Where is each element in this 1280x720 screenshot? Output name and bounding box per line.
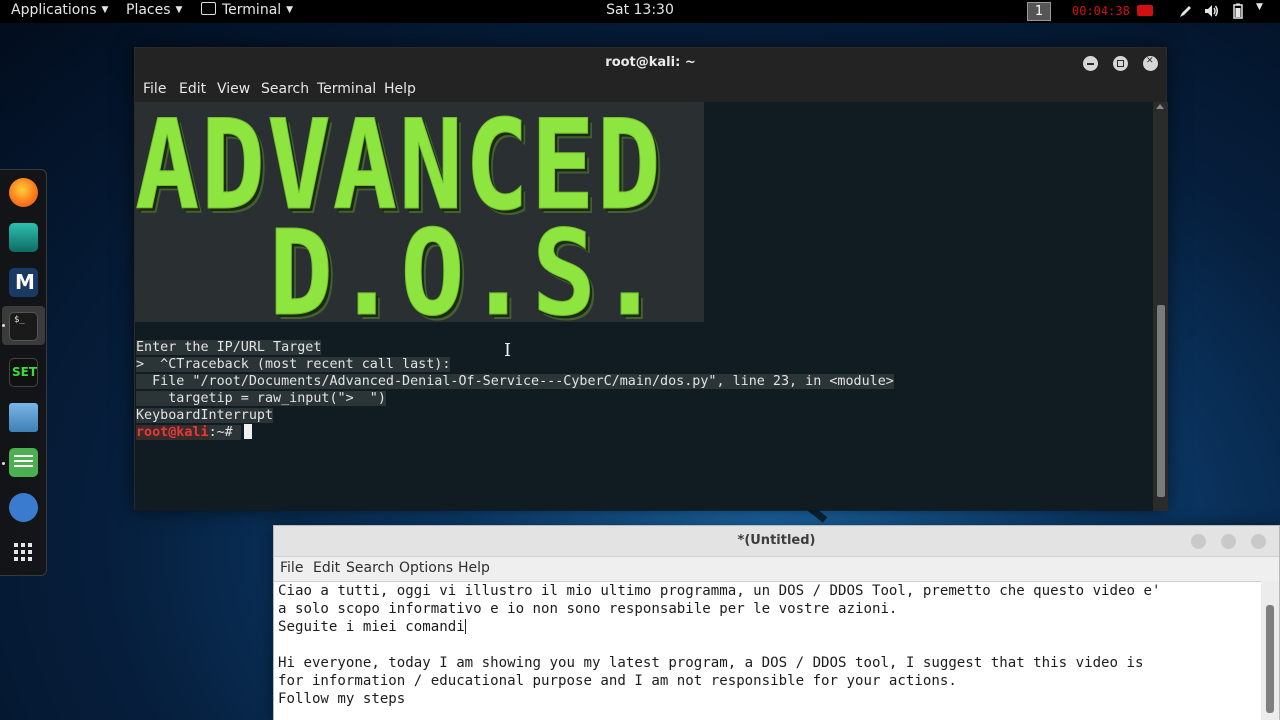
firefox-icon[interactable] [9, 178, 38, 207]
close-button[interactable] [1143, 56, 1158, 71]
editor-window-title: *(Untitled) [737, 533, 816, 548]
prompt-path: :~# [208, 425, 241, 440]
set-icon[interactable]: SET [9, 358, 38, 387]
files-icon[interactable] [9, 403, 38, 432]
close-button[interactable] [1251, 534, 1266, 549]
editor-line: for information / educational purpose an… [278, 673, 957, 689]
terminal-window[interactable]: root@kali: ~ File Edit View Search Termi… [134, 47, 1168, 511]
scrollbar-thumb[interactable] [1157, 305, 1165, 497]
minimize-button[interactable] [1083, 56, 1098, 71]
menu-options[interactable]: Options [399, 560, 453, 576]
text-cursor-icon: I [504, 340, 512, 361]
menu-help[interactable]: Help [384, 81, 416, 97]
terminal-scrollbar[interactable] [1153, 102, 1168, 511]
maltego-icon[interactable] [9, 223, 38, 252]
terminal-icon[interactable]: $_ [9, 312, 38, 341]
banner-line-dos: D.O.S. [269, 204, 664, 343]
ascii-banner: ADVANCED D.O.S. [135, 102, 704, 343]
chevron-down-icon[interactable]: ▼ [1256, 2, 1272, 18]
editor-text-area[interactable]: Ciao a tutti, oggi vi illustro il mio ul… [274, 581, 1261, 720]
clock-label: Sat 13:30 [606, 2, 674, 18]
maximize-button[interactable] [1221, 534, 1236, 549]
scroll-up-icon[interactable] [1156, 104, 1164, 109]
set-label: SET [12, 365, 38, 379]
menu-search[interactable]: Search [346, 560, 394, 576]
editor-scrollbar[interactable] [1261, 581, 1279, 720]
workspace-indicator[interactable]: 1 [1027, 2, 1051, 21]
editor-line: Ciao a tutti, oggi vi illustro il mio ul… [278, 583, 1161, 599]
pen-icon[interactable] [1178, 3, 1194, 19]
editor-line: a solo scopo informativo e io non sono r… [278, 601, 898, 617]
terminal-line: Enter the IP/URL Target [136, 340, 322, 355]
maximize-button[interactable] [1113, 56, 1128, 71]
running-indicator [2, 462, 5, 465]
volume-icon[interactable] [1203, 3, 1219, 19]
battery-icon[interactable] [1230, 3, 1246, 19]
menu-search[interactable]: Search [261, 81, 309, 97]
burpsuite-icon[interactable] [9, 493, 38, 522]
menu-view[interactable]: View [217, 81, 250, 97]
menu-help[interactable]: Help [458, 560, 490, 576]
top-panel: Applications ▼ Places ▼ Terminal ▼ Sat 13:3… [0, 0, 1280, 23]
terminal-titlebar[interactable]: root@kali: ~ [135, 48, 1166, 78]
text-editor-window[interactable]: *(Untitled) File Edit Search Options Hel… [273, 525, 1280, 720]
terminal-menubar: File Edit View Search Terminal Help [135, 78, 1166, 102]
menu-edit[interactable]: Edit [313, 560, 340, 576]
menu-file[interactable]: File [143, 81, 166, 97]
editor-menubar: File Edit Search Options Help [274, 557, 1279, 581]
recording-timer: 00:04:38 [1072, 4, 1130, 18]
text-editor-icon[interactable] [9, 448, 38, 477]
menu-edit[interactable]: Edit [179, 81, 206, 97]
menu-terminal[interactable]: Terminal [317, 81, 376, 97]
editor-titlebar[interactable]: *(Untitled) [274, 526, 1279, 557]
editor-line: Seguite i miei comandi [278, 619, 466, 635]
terminal-window-title: root@kali: ~ [605, 55, 696, 70]
terminal-line: > ^CTraceback (most recent call last): [136, 357, 451, 372]
terminal-line: File "/root/Documents/Advanced-Denial-Of… [136, 374, 894, 389]
terminal-prompt: root@kali:~# [136, 424, 252, 441]
editor-line: Follow my steps [278, 691, 406, 707]
terminal-line: KeyboardInterrupt [136, 408, 274, 423]
terminal-output[interactable]: ADVANCED D.O.S. Enter the IP/URL Target … [135, 102, 1153, 511]
metasploit-icon[interactable]: M [9, 268, 38, 297]
editor-line: Hi everyone, today I am showing you my l… [278, 655, 1144, 671]
terminal-cursor [243, 424, 252, 439]
prompt-user: root@kali [136, 425, 209, 440]
running-indicator [2, 324, 5, 327]
scrollbar-thumb[interactable] [1266, 605, 1274, 713]
dock: M $_ SET [0, 169, 47, 576]
show-apps-icon[interactable] [9, 538, 38, 567]
menu-file[interactable]: File [280, 560, 303, 576]
editor-caret [464, 619, 466, 634]
minimize-button[interactable] [1191, 534, 1206, 549]
video-camera-icon[interactable] [1137, 5, 1153, 16]
terminal-line: targetip = raw_input("> ") [136, 391, 386, 406]
